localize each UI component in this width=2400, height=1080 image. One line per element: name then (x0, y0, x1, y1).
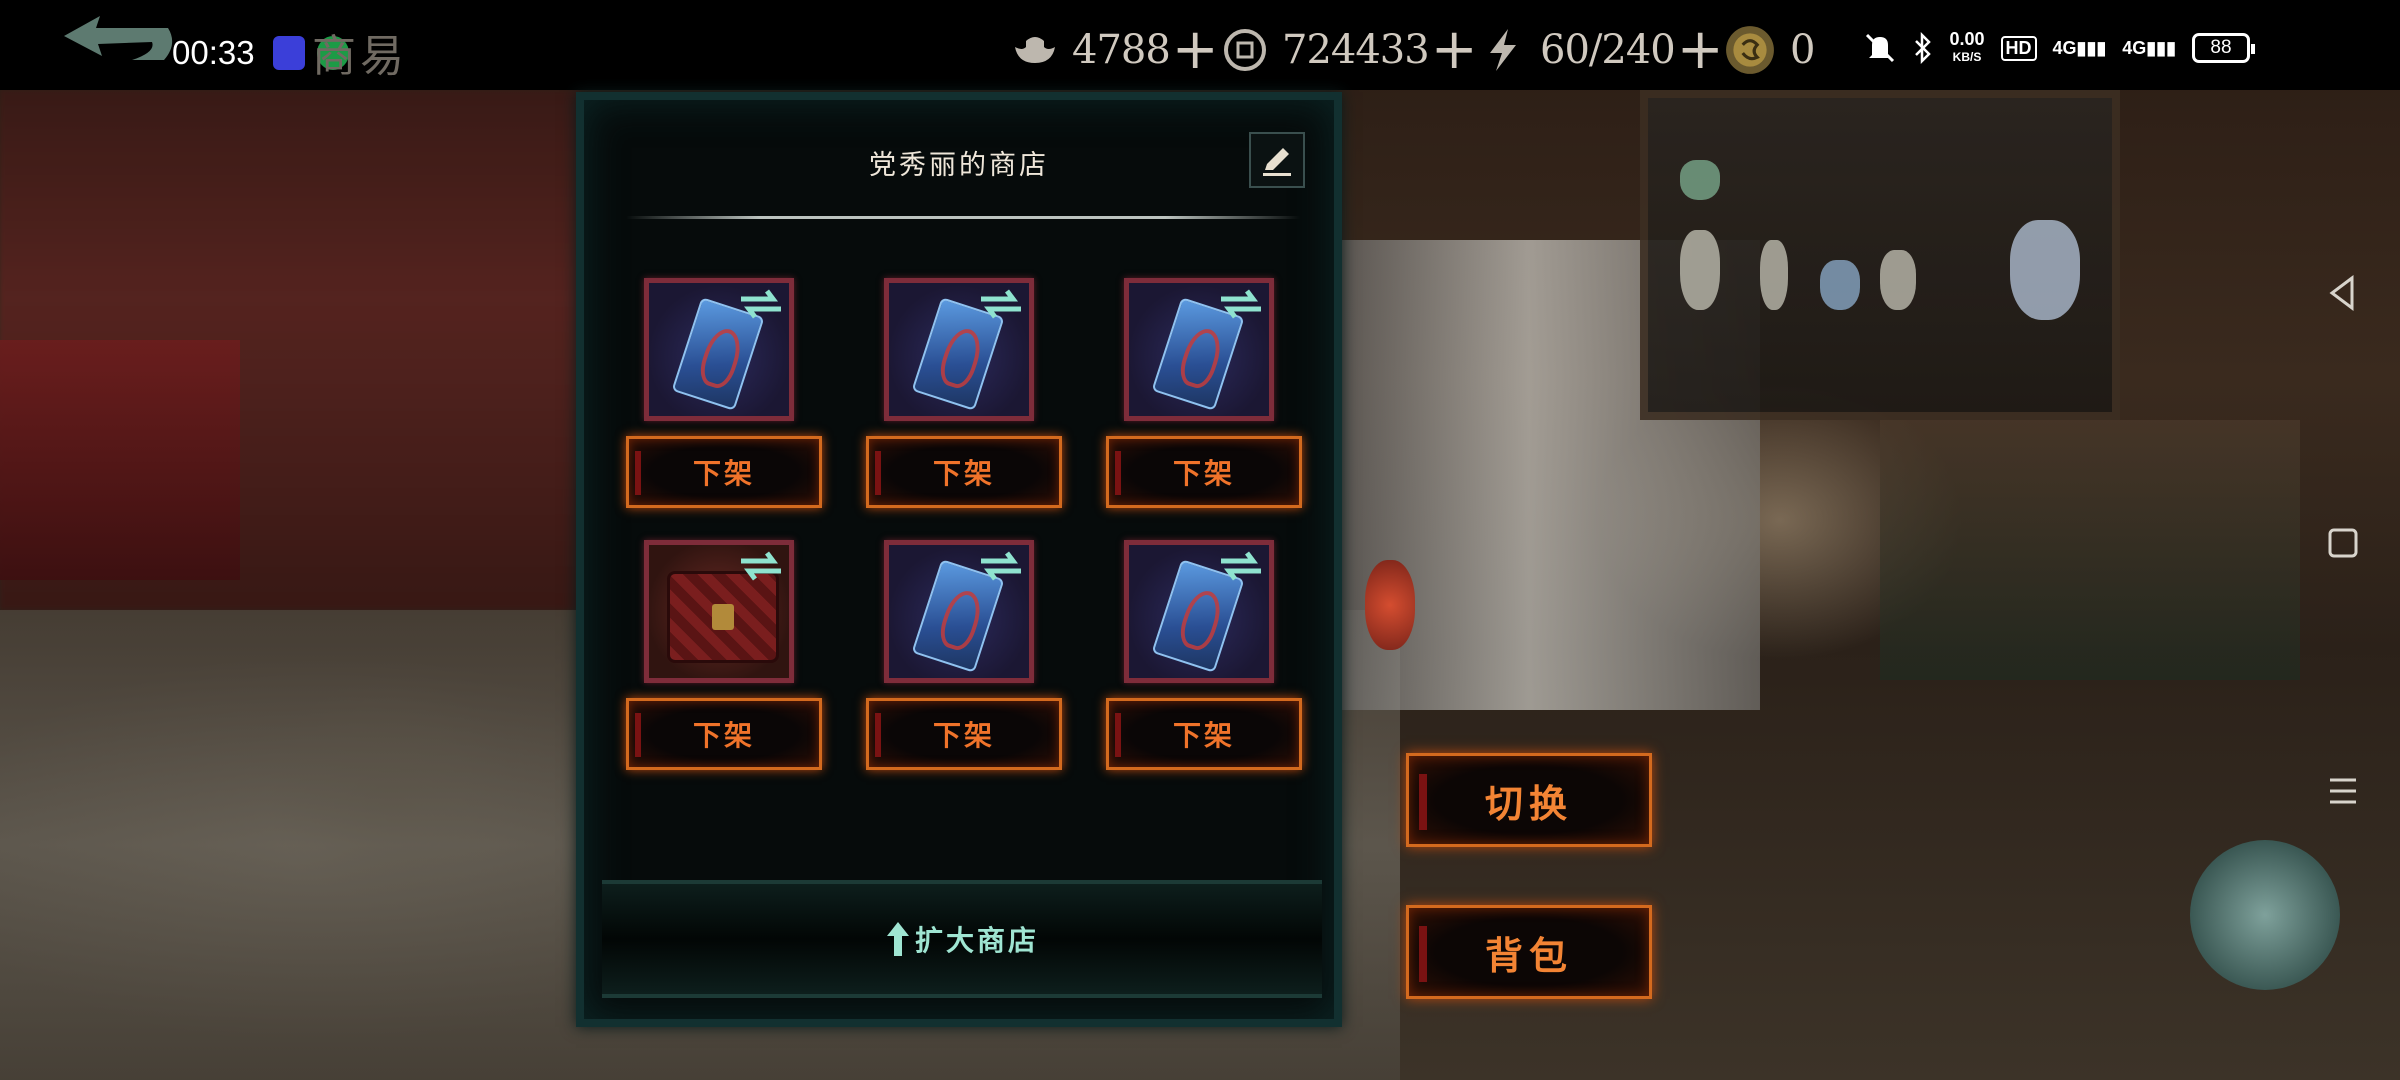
item-chest[interactable] (644, 540, 794, 683)
title-divider (626, 216, 1300, 219)
status-bar: 00:33 商易 4788 + 724433 + 60/240 + 0 0.00… (0, 0, 2400, 90)
bag-button[interactable]: 背包 (1406, 905, 1652, 999)
swap-arrows-icon (741, 551, 781, 581)
delist-button[interactable]: 下架 (1106, 436, 1302, 508)
swap-arrows-icon (1221, 551, 1261, 581)
up-arrow-icon (886, 922, 909, 956)
treasure-chest-icon (667, 571, 779, 663)
add-coin-button[interactable]: + (1431, 22, 1478, 78)
add-silver-button[interactable]: + (1172, 22, 1219, 78)
shop-title: 党秀丽的商店 (869, 150, 1049, 181)
bluetooth-icon (1915, 32, 1932, 64)
medallion-counter: 0 (1724, 20, 1815, 80)
switch-button[interactable]: 切换 (1406, 753, 1652, 847)
hd-indicator: HD (2000, 35, 2037, 61)
nav-back-icon[interactable] (2318, 268, 2368, 318)
back-arrow-icon (64, 16, 173, 60)
item-card-1[interactable] (644, 278, 794, 421)
swap-arrows-icon (981, 551, 1021, 581)
silver-value: 4788 (1072, 27, 1171, 73)
item-card-3[interactable] (1124, 278, 1274, 421)
item-card-6[interactable] (1124, 540, 1274, 683)
gold-medallion-icon (1726, 26, 1774, 74)
item-card-2[interactable] (884, 278, 1034, 421)
pencil-icon (1263, 148, 1291, 176)
navigation-bar (2288, 0, 2400, 1080)
network-speed: 0.00 KB/S (1949, 29, 1985, 64)
delist-button[interactable]: 下架 (866, 698, 1062, 770)
swap-arrows-icon (981, 289, 1021, 319)
coin-value: 724433 (1282, 27, 1430, 73)
flashlight-app-icon (273, 36, 305, 70)
lightning-icon (1490, 29, 1516, 71)
energy-value: 60/240 (1540, 27, 1676, 73)
screen-title: 商易 (312, 31, 408, 82)
nav-menu-icon[interactable] (2318, 766, 2368, 816)
delist-button[interactable]: 下架 (626, 698, 822, 770)
expand-shop-button[interactable]: 扩大商店 (602, 880, 1322, 998)
delist-button[interactable]: 下架 (1106, 698, 1302, 770)
nav-home-icon[interactable] (2318, 518, 2368, 568)
add-energy-button[interactable]: + (1677, 22, 1724, 78)
swap-arrows-icon (1221, 289, 1261, 319)
swap-arrows-icon (741, 289, 781, 319)
energy-counter: 60/240 + (1480, 20, 1724, 80)
delist-button[interactable]: 下架 (866, 436, 1062, 508)
item-card-5[interactable] (884, 540, 1034, 683)
coin-icon (1224, 29, 1266, 71)
coin-counter: 724433 + (1222, 20, 1478, 80)
back-arrow-button[interactable] (60, 14, 180, 76)
medallion-value: 0 (1790, 27, 1815, 73)
mute-bell-icon (1866, 33, 1895, 63)
clock: 00:33 (172, 34, 255, 71)
signal-2: 4G▮▮▮ (2122, 37, 2176, 58)
shop-panel: 党秀丽的商店 下架 下架 下架 下架 下架 下架 扩大商店 (576, 92, 1342, 1027)
system-status: 0.00 KB/S HD 4G▮▮▮ 4G▮▮▮ 88 (1863, 29, 2255, 66)
battery-indicator: 88 (2192, 33, 2255, 63)
delist-button[interactable]: 下架 (626, 436, 822, 508)
expand-shop-label: 扩大商店 (914, 924, 1039, 957)
edit-name-button[interactable] (1249, 132, 1305, 188)
silver-counter: 4788 + (1012, 20, 1219, 80)
silver-ingot-icon (1015, 37, 1055, 63)
signal-1: 4G▮▮▮ (2052, 37, 2107, 58)
